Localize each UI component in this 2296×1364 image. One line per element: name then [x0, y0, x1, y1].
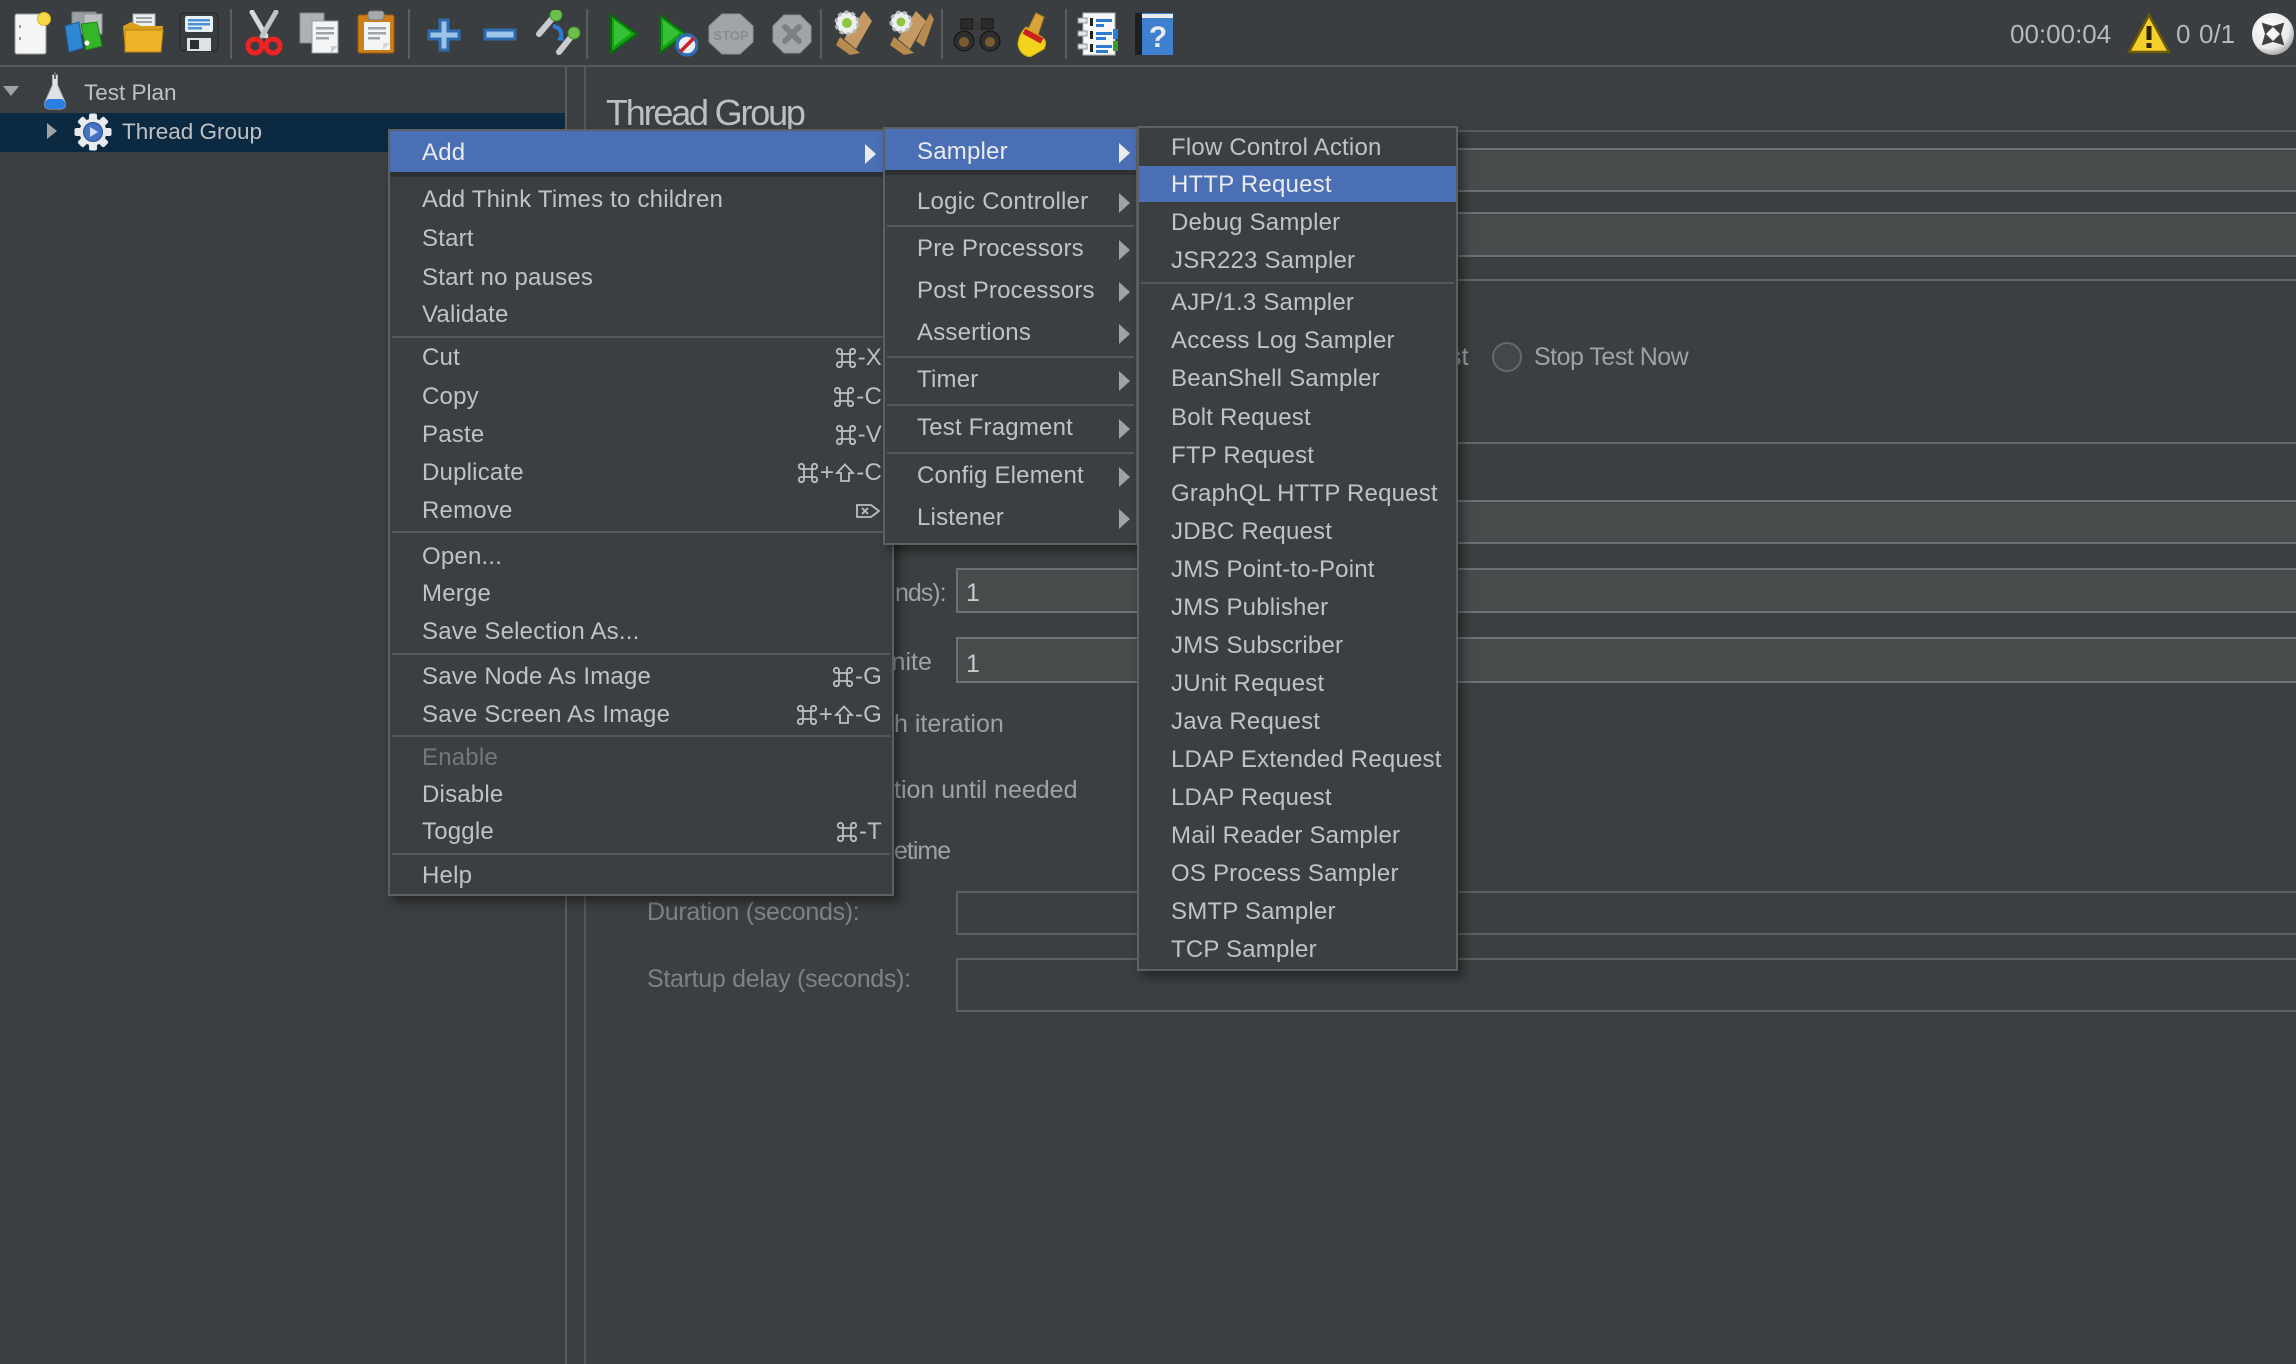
svg-text:STOP: STOP: [713, 28, 748, 43]
svg-text:?: ?: [1149, 21, 1167, 54]
